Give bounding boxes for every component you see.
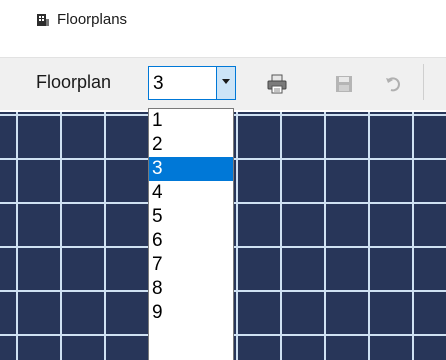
dropdown-option[interactable]: 2: [149, 133, 233, 157]
dropdown-option[interactable]: 1: [149, 109, 233, 133]
floorplan-dropdown-list[interactable]: 1 2 3 4 5 6 7 8 9: [148, 108, 234, 360]
building-icon: [37, 14, 49, 26]
undo-icon: [386, 77, 400, 92]
toolbar-separator: [423, 64, 424, 100]
dropdown-option[interactable]: 8: [149, 277, 233, 301]
floorplan-select-value: 3: [153, 73, 164, 94]
chevron-down-icon: [222, 79, 230, 84]
title-bar: Floorplans: [0, 0, 446, 52]
print-button[interactable]: [266, 74, 288, 94]
dropdown-option[interactable]: 6: [149, 229, 233, 253]
printer-icon: [267, 74, 287, 94]
window-title: Floorplans: [57, 11, 128, 28]
dropdown-option[interactable]: 4: [149, 181, 233, 205]
undo-button[interactable]: [384, 74, 406, 94]
dropdown-option-selected[interactable]: 3: [149, 157, 233, 181]
save-icon: [336, 76, 352, 92]
save-button[interactable]: [334, 74, 356, 94]
floorplan-label: Floorplan: [36, 72, 112, 92]
dropdown-button[interactable]: [216, 67, 235, 99]
dropdown-option[interactable]: 7: [149, 253, 233, 277]
dropdown-option[interactable]: 9: [149, 301, 233, 325]
floorplan-select[interactable]: 3: [148, 66, 236, 100]
dropdown-option[interactable]: 5: [149, 205, 233, 229]
